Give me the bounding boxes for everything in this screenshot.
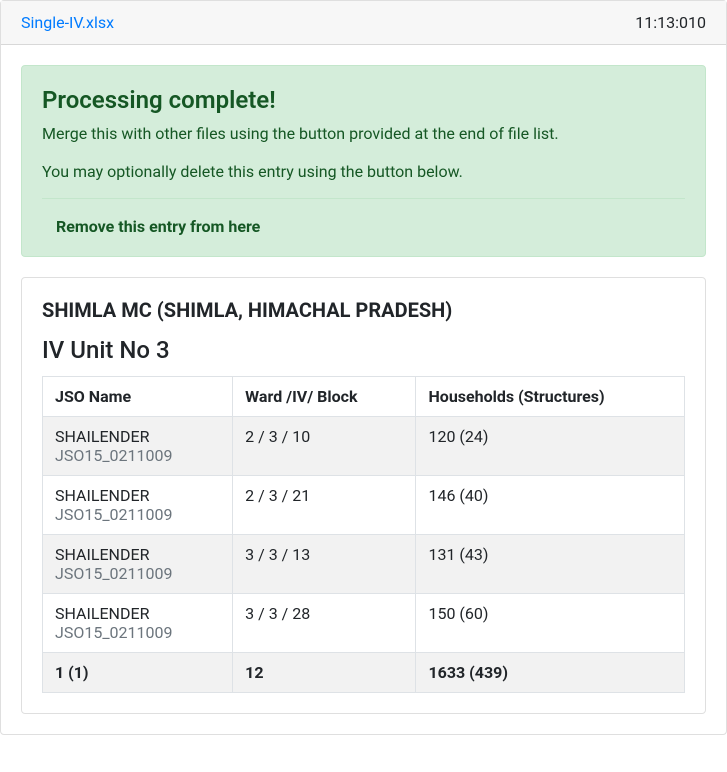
cell-jso: SHAILENDER JSO15_0211009 (43, 476, 233, 535)
timestamp-label: 11:13:010 (635, 13, 706, 32)
table-row: SHAILENDER JSO15_0211009 2 / 3 / 10 120 … (43, 417, 685, 476)
table-header-row: JSO Name Ward /IV/ Block Households (Str… (43, 377, 685, 417)
cell-households: 131 (43) (416, 535, 685, 594)
filename-link[interactable]: Single-IV.xlsx (21, 13, 114, 32)
table-row: SHAILENDER JSO15_0211009 3 / 3 / 28 150 … (43, 594, 685, 653)
jso-id: JSO15_0211009 (55, 446, 220, 465)
table-row: SHAILENDER JSO15_0211009 3 / 3 / 13 131 … (43, 535, 685, 594)
cell-jso: SHAILENDER JSO15_0211009 (43, 594, 233, 653)
cell-wib: 3 / 3 / 13 (233, 535, 416, 594)
footer-households-total: 1633 (439) (416, 653, 685, 693)
card-header: Single-IV.xlsx 11:13:010 (1, 1, 726, 45)
col-jso-name: JSO Name (43, 377, 233, 417)
alert-text-delete: You may optionally delete this entry usi… (42, 160, 685, 184)
result-card: SHIMLA MC (SHIMLA, HIMACHAL PRADESH) IV … (21, 277, 706, 714)
remove-entry-button[interactable]: Remove this entry from here (42, 217, 260, 236)
alert-divider (42, 198, 685, 199)
cell-jso: SHAILENDER JSO15_0211009 (43, 535, 233, 594)
file-entry-card: Single-IV.xlsx 11:13:010 Processing comp… (0, 0, 727, 735)
cell-wib: 3 / 3 / 28 (233, 594, 416, 653)
table-row: SHAILENDER JSO15_0211009 2 / 3 / 21 146 … (43, 476, 685, 535)
cell-households: 120 (24) (416, 417, 685, 476)
card-body: Processing complete! Merge this with oth… (1, 45, 726, 734)
footer-jso-total: 1 (1) (43, 653, 233, 693)
jso-name: SHAILENDER (55, 545, 220, 564)
jso-table: JSO Name Ward /IV/ Block Households (Str… (42, 376, 685, 693)
jso-name: SHAILENDER (55, 604, 220, 623)
cell-wib: 2 / 3 / 10 (233, 417, 416, 476)
cell-households: 150 (60) (416, 594, 685, 653)
jso-name: SHAILENDER (55, 427, 220, 446)
col-households: Households (Structures) (416, 377, 685, 417)
processing-complete-alert: Processing complete! Merge this with oth… (21, 65, 706, 257)
jso-name: SHAILENDER (55, 486, 220, 505)
location-title: SHIMLA MC (SHIMLA, HIMACHAL PRADESH) (42, 298, 685, 322)
cell-wib: 2 / 3 / 21 (233, 476, 416, 535)
table-footer-row: 1 (1) 12 1633 (439) (43, 653, 685, 693)
col-ward-iv-block: Ward /IV/ Block (233, 377, 416, 417)
footer-wib-total: 12 (233, 653, 416, 693)
jso-id: JSO15_0211009 (55, 564, 220, 583)
jso-id: JSO15_0211009 (55, 623, 220, 642)
jso-id: JSO15_0211009 (55, 505, 220, 524)
alert-text-merge: Merge this with other files using the bu… (42, 122, 685, 146)
cell-jso: SHAILENDER JSO15_0211009 (43, 417, 233, 476)
cell-households: 146 (40) (416, 476, 685, 535)
unit-title: IV Unit No 3 (42, 336, 685, 364)
alert-title: Processing complete! (42, 86, 685, 114)
